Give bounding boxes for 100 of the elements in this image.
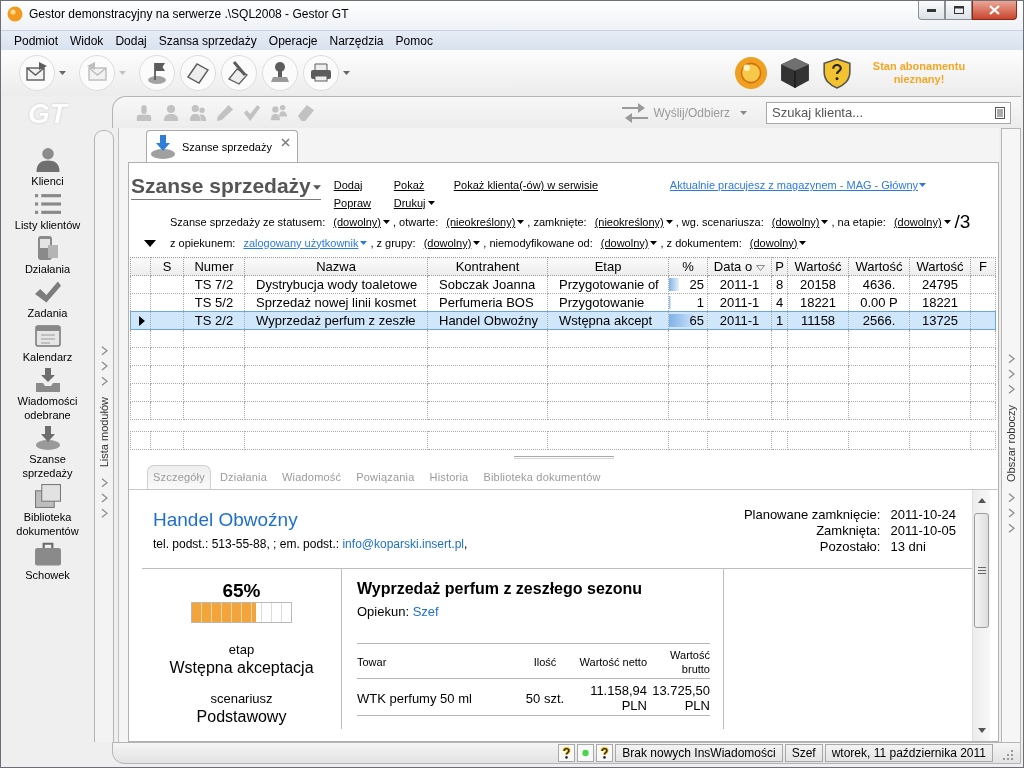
scrollbar[interactable] (972, 490, 990, 741)
column-header[interactable]: Kontrahent (427, 257, 548, 276)
filter-label: , otwarte: (393, 216, 439, 229)
sidebar-item[interactable]: Schowek (2, 542, 93, 582)
filter-dropdown[interactable]: zalogowany użytkownik (243, 236, 368, 249)
scroll-down-icon (977, 728, 986, 733)
person-icon (34, 148, 61, 172)
action-link[interactable]: Dodaj (333, 179, 363, 191)
minimize-icon (927, 8, 936, 12)
table-cell: 4636. (848, 275, 910, 294)
sidebar-item[interactable]: Działania (2, 236, 93, 276)
sidebar-item[interactable]: Kalendarz (2, 324, 93, 364)
toolbar-button[interactable] (781, 58, 809, 88)
filter-label: Szanse sprzedaży ze statusem: (170, 216, 326, 229)
action-link[interactable]: Pokaż klienta(-ów) w serwisie (453, 179, 599, 191)
column-header[interactable]: Nazwa (244, 257, 428, 276)
search-field[interactable]: Szukaj klienta... (766, 101, 1011, 124)
menu-item[interactable]: Dodaj (109, 31, 153, 50)
person-icon (162, 103, 180, 122)
close-tab-button[interactable] (281, 138, 290, 147)
sidebar-item[interactable]: Szanse sprzedaży (2, 426, 93, 480)
action-link[interactable]: Pokaż (393, 179, 425, 191)
sidebar-item[interactable]: Listy klientów (2, 192, 93, 232)
action-link[interactable]: Popraw (333, 197, 372, 209)
caret-icon (360, 240, 368, 245)
chevrons-icon (1007, 493, 1015, 534)
table-cell: 2011-1 (707, 311, 772, 330)
splitter-handle[interactable] (513, 455, 614, 459)
view-title-dropdown[interactable]: Szanse sprzedaży (131, 174, 321, 200)
column-header: Ilość (521, 643, 569, 679)
sidebar-item[interactable]: Wiadomości odebrane (2, 368, 93, 422)
menu-item[interactable]: Pomoc (389, 31, 439, 50)
menu-item[interactable]: Operacje (262, 31, 324, 50)
owner-line: Opiekun: Szef (357, 604, 440, 619)
column-header[interactable]: Wartość (848, 257, 910, 276)
filter-dropdown[interactable]: (dowolny) (600, 236, 658, 249)
warehouse-link[interactable]: Aktualnie pracujesz z magazynem - MAG - Główny (669, 179, 926, 191)
caret-icon (427, 201, 435, 205)
document-tab[interactable]: Szanse sprzedaży (146, 130, 298, 162)
table-cell: Sobczak Joanna (427, 275, 548, 294)
close-button[interactable] (972, 1, 1017, 20)
pencil-icon (216, 103, 234, 122)
action-link[interactable]: Drukuj (393, 197, 435, 209)
toolbar-button[interactable] (823, 57, 851, 89)
grip-icon (977, 567, 986, 574)
column-header[interactable]: Etap (547, 257, 669, 276)
side-panel-strip[interactable]: Lista modułów (94, 130, 114, 742)
client-name[interactable]: Handel Obwoźny (153, 509, 468, 531)
list-icon (34, 192, 61, 216)
owner-link[interactable]: Szef (412, 604, 439, 619)
eraser-icon (297, 103, 315, 122)
column-header[interactable]: Data o (707, 257, 772, 276)
table-cell: 2011-1 (707, 275, 772, 294)
filter-dropdown[interactable]: (nieokreślony) (446, 216, 525, 229)
stage-value: Wstępna akceptacja (169, 658, 314, 677)
scrollbar-thumb[interactable] (974, 513, 989, 628)
side-panel-strip[interactable]: Obszar roboczy (1001, 128, 1021, 742)
filter-dropdown[interactable]: (nieokreślony) (594, 216, 673, 229)
panel-label: Lista modułów (98, 397, 110, 468)
menu-item[interactable]: Szansa sprzedaży (152, 31, 263, 50)
menu-item[interactable]: Narzędzia (323, 31, 390, 50)
menu-item[interactable]: Podmiot (8, 31, 65, 50)
column-header: Towar (357, 643, 521, 679)
record-counter: /3 (954, 212, 971, 233)
email-link[interactable]: info@koparski.insert.pl (342, 537, 465, 551)
column-header[interactable]: F (970, 257, 996, 276)
filter-label: , niemodyfikowane od: (483, 236, 593, 249)
sidebar-item[interactable]: Zadania (2, 280, 93, 320)
column-header[interactable]: % (668, 257, 708, 276)
envelope-icon (79, 55, 115, 91)
sidebar-item[interactable]: Klienci (2, 148, 93, 188)
filter-label: , z grupy: (370, 236, 416, 249)
filter-dropdown[interactable]: (dowolny) (423, 236, 481, 249)
date-label: Pozostało: (818, 539, 881, 555)
chevrons-icon (100, 478, 108, 519)
column-header[interactable]: S (150, 257, 184, 276)
status-date: wtorek, 11 października 2011 (824, 744, 993, 762)
close-icon (989, 5, 1000, 15)
table-cell: 2566. (848, 311, 910, 330)
menu-item[interactable]: Widok (64, 31, 110, 50)
minimize-button[interactable] (918, 1, 945, 20)
filter-dropdown[interactable]: (dowolny) (749, 236, 807, 249)
filter-label: , zamknięte: (527, 216, 587, 229)
cube-icon (781, 58, 809, 88)
inbox-arrow-icon (34, 368, 61, 392)
document-icon (180, 55, 216, 91)
table-row[interactable]: TS 2/2 Wyprzedaż perfum z zeszłe Handel Obwoźny Wstępna akcept 65 2011-1 1 11158 2566. 13725 (130, 311, 996, 330)
filter-dropdown[interactable]: (dowolny) (333, 216, 390, 229)
table-cell: WTK perfumy 50 ml (357, 678, 521, 716)
table-cell: Handel Obwoźny (427, 311, 548, 330)
column-header[interactable]: Numer (183, 257, 245, 276)
filter-dropdown[interactable]: (dowolny) (771, 216, 829, 229)
column-header[interactable]: Wartość (787, 257, 849, 276)
sidebar-item[interactable]: Biblioteka dokumentów (2, 484, 93, 538)
collapse-toggle[interactable] (143, 240, 156, 247)
filter-dropdown[interactable]: (dowolny) (893, 216, 951, 229)
toolbar-button[interactable] (303, 55, 350, 91)
column-header[interactable]: Wartość (909, 257, 971, 276)
maximize-button[interactable] (945, 1, 972, 20)
caret-icon (650, 240, 658, 245)
